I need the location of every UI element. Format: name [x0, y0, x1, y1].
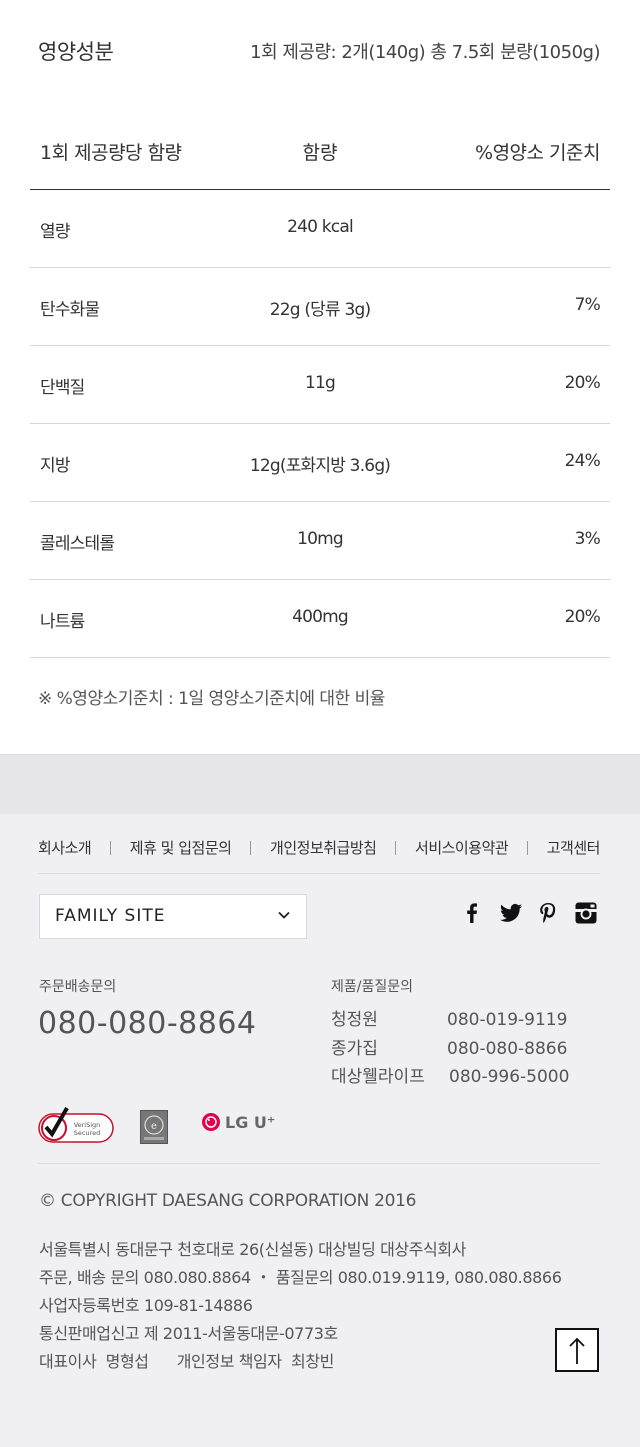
twitter-icon[interactable]	[498, 901, 522, 925]
divider	[110, 840, 111, 855]
nutrient-percent: 3%	[574, 529, 601, 549]
link-privacy-policy[interactable]: 개인정보취급방침	[270, 837, 377, 858]
table-row: 나트륨 400mg 20%	[30, 580, 610, 658]
table-row: 지방 12g(포화지방 3.6g) 24%	[30, 424, 610, 502]
brand-name: 대상웰라이프	[331, 1067, 425, 1087]
certification-seal-icon: e	[140, 1110, 168, 1144]
serving-size: 1회 제공량: 2개(140g) 총 7.5회 분량(1050g)	[250, 42, 600, 63]
link-partnership[interactable]: 제휴 및 입점문의	[130, 837, 232, 858]
chevron-down-icon	[278, 911, 290, 919]
certification-logos: VeriSign Secured e LG U⁺	[37, 1106, 600, 1164]
divider	[250, 840, 252, 855]
nutrient-amount: 11g	[304, 373, 336, 393]
nutrition-note: ※ %영양소기준치 : 1일 영양소기준치에 대한 비율	[38, 689, 385, 709]
nutrient-percent: 7%	[574, 295, 601, 315]
brand-phone[interactable]: 080-996-5000	[449, 1067, 569, 1087]
footer: 회사소개 제휴 및 입점문의 개인정보취급방침 서비스이용약관 고객센터 FAM…	[0, 754, 640, 1447]
link-terms[interactable]: 서비스이용약관	[415, 837, 509, 858]
table-row: 콜레스테롤 10mg 3%	[30, 502, 610, 580]
nutrition-title: 영양성분	[38, 40, 114, 64]
table-row: 열량 240 kcal	[30, 190, 610, 268]
nutrient-percent: 24%	[564, 451, 601, 471]
social-links	[460, 901, 598, 925]
nutrient-amount: 22g (당류 3g)	[269, 300, 371, 320]
quality-contact-row: 종가집 080-080-8866	[331, 1034, 567, 1059]
nutrient-percent: 20%	[564, 607, 601, 627]
nutrient-amount: 10mg	[297, 529, 344, 549]
family-site-label: FAMILY SITE	[55, 906, 166, 926]
family-site-select[interactable]: FAMILY SITE	[39, 894, 307, 939]
svg-text:e: e	[151, 1121, 157, 1132]
lg-uplus-logo: LG U⁺	[201, 1112, 275, 1132]
facebook-icon[interactable]	[460, 901, 484, 925]
order-inquiry-label: 주문배송문의	[39, 979, 117, 995]
representatives: 대표이사 명형섭 개인정보 책임자 최창빈	[39, 1352, 334, 1371]
brand-phone[interactable]: 080-019-9119	[447, 1010, 567, 1030]
nutrient-amount: 12g(포화지방 3.6g)	[249, 456, 391, 476]
contact-numbers: 주문, 배송 문의 080.080.8864 ・ 품질문의 080.019.91…	[39, 1268, 562, 1287]
lg-icon	[202, 1113, 220, 1131]
link-customer-center[interactable]: 고객센터	[547, 837, 601, 858]
quality-contact-row: 청정원 080-019-9119	[331, 1005, 567, 1030]
divider	[395, 840, 397, 855]
verisign-secured-text: Secured	[74, 1129, 100, 1137]
business-registration: 사업자등록번호 109-81-14886	[39, 1296, 253, 1315]
footer-top-band	[0, 754, 640, 814]
company-address: 서울특별시 동대문구 천호대로 26(신설동) 대상빌딩 대상주식회사	[39, 1240, 466, 1259]
header-percent: %영양소 기준치	[475, 142, 600, 164]
table-row: 탄수화물 22g (당류 3g) 7%	[30, 268, 610, 346]
brand-name: 종가집	[331, 1039, 378, 1059]
table-row: 단백질 11g 20%	[30, 346, 610, 424]
divider	[526, 840, 528, 855]
footer-links: 회사소개 제휴 및 입점문의 개인정보취급방침 서비스이용약관 고객센터	[38, 832, 600, 874]
arrow-up-icon	[569, 1337, 585, 1364]
quality-inquiry-label: 제품/품질문의	[331, 979, 413, 995]
pinterest-icon[interactable]	[536, 901, 560, 925]
link-company-intro[interactable]: 회사소개	[38, 837, 92, 858]
nutrition-table: 1회 제공량당 함량 함량 %영양소 기준치 열량 240 kcal 탄수화물 …	[30, 112, 610, 658]
nutrient-amount: 240 kcal	[287, 217, 354, 237]
scroll-to-top-button[interactable]	[555, 1328, 599, 1372]
nutrition-header: 영양성분 1회 제공량: 2개(140g) 총 7.5회 분량(1050g)	[0, 0, 640, 100]
instagram-icon[interactable]	[574, 901, 598, 925]
verisign-text: VeriSign	[74, 1121, 101, 1129]
brand-name: 청정원	[331, 1010, 378, 1030]
nutrient-percent: 20%	[564, 373, 601, 393]
copyright: © COPYRIGHT DAESANG CORPORATION 2016	[39, 1191, 417, 1211]
nutrient-amount: 400mg	[292, 607, 349, 627]
table-header: 1회 제공량당 함량 함량 %영양소 기준치	[30, 112, 610, 190]
order-phone[interactable]: 080-080-8864	[38, 1006, 257, 1041]
lg-uplus-text: LG U⁺	[225, 1112, 276, 1132]
brand-phone[interactable]: 080-080-8866	[447, 1039, 567, 1059]
mail-order-registration: 통신판매업신고 제 2011-서울동대문-0773호	[39, 1324, 338, 1343]
quality-contact-row: 대상웰라이프 080-996-5000	[331, 1062, 569, 1087]
verisign-logo: VeriSign Secured	[38, 1107, 114, 1143]
